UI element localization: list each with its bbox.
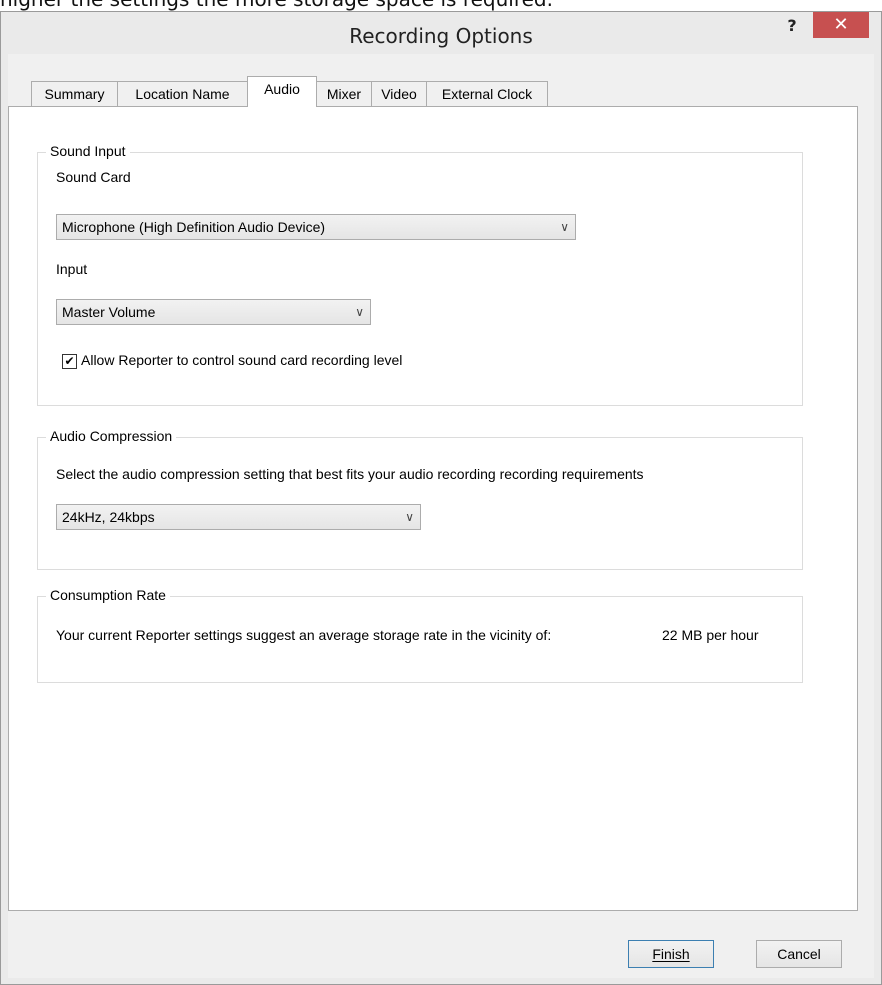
sound-card-label: Sound Card	[56, 169, 131, 185]
input-label: Input	[56, 261, 88, 277]
dialog-client-area: Summary Location Name Audio Mixer Video …	[8, 54, 874, 978]
input-dropdown[interactable]: Master Volume ∨	[56, 299, 371, 325]
consumption-rate-group: Consumption Rate Your current Reporter s…	[37, 587, 803, 683]
help-button[interactable]: ?	[777, 16, 807, 38]
close-button[interactable]: ✕	[813, 12, 869, 38]
audio-tab-panel: Sound Input Sound Card Microphone (High …	[8, 106, 858, 911]
finish-button-label: Finish	[652, 946, 690, 962]
dialog-title: Recording Options	[349, 24, 533, 48]
close-icon: ✕	[833, 14, 849, 34]
consumption-rate-value: 22 MB per hour	[662, 627, 759, 643]
finish-button[interactable]: Finish	[628, 940, 714, 968]
tab-video[interactable]: Video	[371, 81, 427, 106]
recording-options-dialog: Recording Options ? ✕ Summary Location N…	[0, 11, 882, 985]
tab-summary[interactable]: Summary	[31, 81, 118, 106]
consumption-rate-text: Your current Reporter settings suggest a…	[56, 627, 552, 643]
allow-control-checkbox[interactable]: ✔	[62, 354, 77, 369]
tab-location-name[interactable]: Location Name	[117, 81, 248, 106]
sound-card-value: Microphone (High Definition Audio Device…	[62, 219, 326, 235]
title-bar: Recording Options ? ✕	[1, 12, 881, 55]
allow-control-label[interactable]: Allow Reporter to control sound card rec…	[81, 352, 402, 368]
audio-compression-value: 24kHz, 24kbps	[62, 509, 155, 525]
audio-compression-legend: Audio Compression	[46, 428, 177, 444]
background-caption: higher the settings the more storage spa…	[0, 0, 553, 11]
checkmark-icon: ✔	[64, 354, 75, 368]
tab-external-clock[interactable]: External Clock	[426, 81, 548, 106]
cancel-button[interactable]: Cancel	[756, 940, 842, 968]
tab-audio[interactable]: Audio	[247, 76, 317, 107]
sound-card-dropdown[interactable]: Microphone (High Definition Audio Device…	[56, 214, 576, 240]
chevron-down-icon: ∨	[560, 220, 569, 234]
consumption-rate-legend: Consumption Rate	[46, 587, 170, 603]
sound-input-legend: Sound Input	[46, 143, 130, 159]
chevron-down-icon: ∨	[405, 510, 414, 524]
chevron-down-icon: ∨	[355, 305, 364, 319]
sound-input-group: Sound Input Sound Card Microphone (High …	[37, 143, 803, 406]
tab-mixer[interactable]: Mixer	[316, 81, 372, 106]
audio-compression-group: Audio Compression Select the audio compr…	[37, 428, 803, 570]
audio-compression-dropdown[interactable]: 24kHz, 24kbps ∨	[56, 504, 421, 530]
audio-compression-description: Select the audio compression setting tha…	[56, 466, 644, 482]
input-value: Master Volume	[62, 304, 156, 320]
